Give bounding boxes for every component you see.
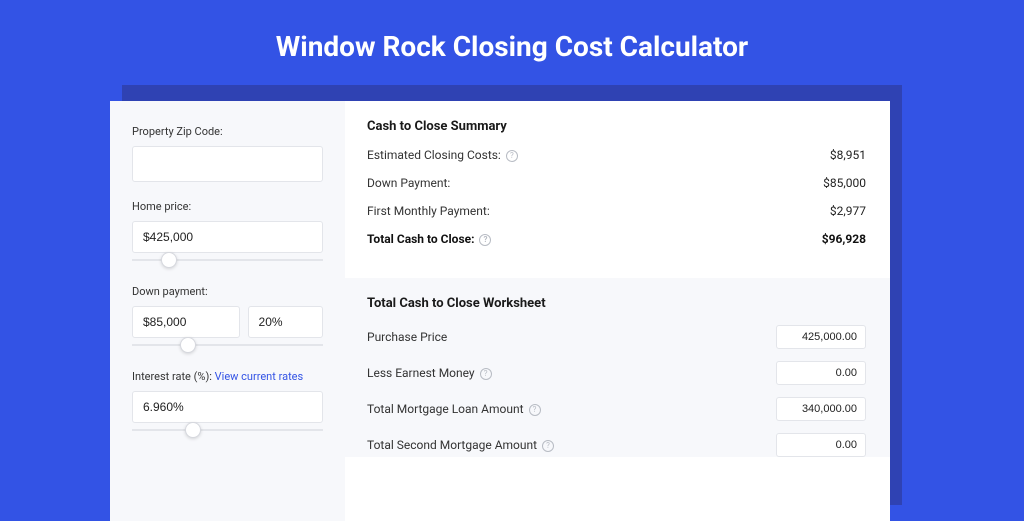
worksheet-label: Total Mortgage Loan Amount ? (367, 402, 541, 416)
home-price-input[interactable] (132, 221, 323, 253)
card-shadow: Property Zip Code: Home price: Down paym… (122, 85, 902, 505)
help-icon[interactable]: ? (542, 440, 554, 452)
help-icon[interactable]: ? (480, 368, 492, 380)
worksheet-input[interactable] (776, 397, 866, 421)
summary-label: Down Payment: (367, 176, 450, 190)
summary-total-row: Total Cash to Close: ? $96,928 (367, 232, 866, 246)
interest-rate-label: Interest rate (%): View current rates (132, 370, 323, 383)
summary-row: Estimated Closing Costs: ? $8,951 (367, 148, 866, 162)
help-icon[interactable]: ? (506, 150, 518, 162)
worksheet-label: Purchase Price (367, 330, 447, 344)
down-payment-input[interactable] (132, 306, 240, 338)
zip-input[interactable] (132, 146, 323, 182)
home-price-label: Home price: (132, 200, 323, 213)
zip-label: Property Zip Code: (132, 125, 323, 138)
results-panel: Cash to Close Summary Estimated Closing … (345, 101, 890, 521)
worksheet-input[interactable] (776, 325, 866, 349)
interest-rate-input[interactable] (132, 391, 323, 423)
down-payment-slider[interactable] (132, 340, 323, 354)
summary-row: First Monthly Payment: $2,977 (367, 204, 866, 218)
home-price-slider[interactable] (132, 255, 323, 269)
summary-label: First Monthly Payment: (367, 204, 490, 218)
worksheet-row: Total Second Mortgage Amount ? (367, 433, 866, 457)
worksheet-input[interactable] (776, 433, 866, 457)
summary-heading: Cash to Close Summary (367, 119, 866, 134)
worksheet-row: Less Earnest Money ? (367, 361, 866, 385)
interest-label-text: Interest rate (%): (132, 370, 215, 383)
down-payment-label: Down payment: (132, 285, 323, 298)
page-title: Window Rock Closing Cost Calculator (0, 0, 1024, 85)
help-icon[interactable]: ? (529, 404, 541, 416)
calculator-card: Property Zip Code: Home price: Down paym… (110, 101, 890, 521)
summary-label: Estimated Closing Costs: ? (367, 148, 518, 162)
summary-total-value: $96,928 (822, 232, 866, 246)
worksheet-label: Total Second Mortgage Amount ? (367, 438, 554, 452)
inputs-panel: Property Zip Code: Home price: Down paym… (110, 101, 345, 521)
slider-thumb[interactable] (161, 252, 177, 268)
summary-row: Down Payment: $85,000 (367, 176, 866, 190)
slider-thumb[interactable] (180, 337, 196, 353)
worksheet-panel: Total Cash to Close Worksheet Purchase P… (345, 278, 890, 457)
help-icon[interactable]: ? (479, 234, 491, 246)
summary-value: $85,000 (823, 176, 866, 190)
worksheet-label: Less Earnest Money ? (367, 366, 492, 380)
worksheet-heading: Total Cash to Close Worksheet (367, 296, 866, 311)
slider-thumb[interactable] (185, 422, 201, 438)
worksheet-row: Purchase Price (367, 325, 866, 349)
down-payment-pct-input[interactable] (248, 306, 323, 338)
interest-rate-slider[interactable] (132, 425, 323, 439)
view-rates-link[interactable]: View current rates (215, 370, 304, 383)
summary-value: $2,977 (830, 204, 866, 218)
summary-total-label: Total Cash to Close: ? (367, 232, 491, 246)
summary-value: $8,951 (830, 148, 866, 162)
worksheet-row: Total Mortgage Loan Amount ? (367, 397, 866, 421)
worksheet-input[interactable] (776, 361, 866, 385)
